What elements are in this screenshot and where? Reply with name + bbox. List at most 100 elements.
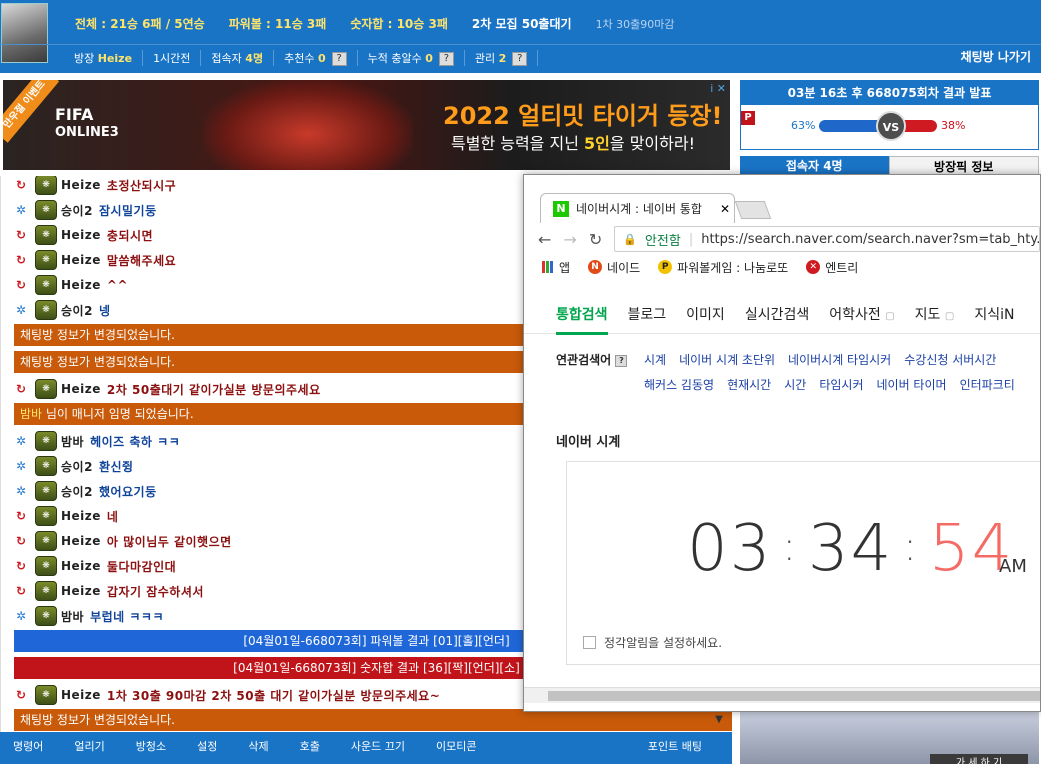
result-panel: 03분 16초 후 668075회차 결과 발표 P 63% VS 38% (740, 80, 1039, 150)
nav-kin[interactable]: 지식iN (974, 304, 1014, 324)
chat-nick[interactable]: Heize (61, 534, 101, 548)
forward-icon[interactable]: → (563, 230, 576, 249)
nav-dictionary[interactable]: 어학사전 ▢ (829, 304, 894, 324)
nav-map[interactable]: 지도 ▢ (915, 304, 955, 324)
chat-nick[interactable]: Heize (61, 584, 101, 598)
bookmark-apps[interactable]: 앱 (542, 259, 570, 276)
chat-nick[interactable]: Heize (61, 509, 101, 523)
toolbar-item[interactable]: 명령어 (13, 738, 43, 754)
address-bar[interactable]: 🔒 안전함 | https://search.naver.com/search.… (614, 226, 1040, 252)
related-link[interactable]: 시계 (644, 351, 666, 368)
rank-icon: ❋ (35, 200, 57, 220)
toolbar-item[interactable]: 호출 (300, 738, 320, 754)
toolbar-item[interactable]: 삭제 (248, 738, 268, 754)
browser-window: N 네이버시계 : 네이버 통합 ✕ ← → ↻ 🔒 안전함 | https:/… (523, 174, 1041, 712)
system-notice: 채팅방 정보가 변경되었습니다. (14, 709, 732, 731)
tab-close-icon[interactable]: ✕ (720, 202, 730, 216)
chat-nick[interactable]: 승이2 (61, 458, 93, 475)
ad-close-icon[interactable]: i ✕ (698, 82, 726, 96)
manage-help-button[interactable]: ? (512, 52, 528, 66)
red-badge-icon: ↻ (15, 509, 27, 523)
external-icon: ▢ (944, 310, 955, 322)
chat-nick[interactable]: 승이2 (61, 483, 93, 500)
bookmark-entry[interactable]: ✕ 엔트리 (806, 259, 858, 276)
chat-nick[interactable]: Heize (61, 253, 101, 267)
chat-nick[interactable]: 밤바 (61, 608, 84, 625)
chat-nick[interactable]: Heize (61, 688, 101, 702)
chat-message: ✲ ❋ 밤바 부럽네 ㅋㅋㅋ (13, 604, 164, 628)
chat-message: ↻ ❋ Heize 갑자기 잠수하셔서 (13, 579, 204, 603)
red-badge-icon: ↻ (15, 559, 27, 573)
red-badge-icon: ↻ (15, 253, 27, 267)
alarm-checkbox[interactable] (583, 636, 596, 649)
bookmark-naid[interactable]: N 네이드 (588, 259, 640, 276)
cumulative-help-button[interactable]: ? (438, 52, 454, 66)
exit-room-button[interactable]: 채팅방 나가기 (961, 48, 1031, 65)
rank-icon: ❋ (35, 685, 57, 705)
clock-section-title: 네이버 시계 (556, 435, 621, 450)
related-link[interactable]: 시간 (784, 376, 806, 393)
horizontal-scrollbar[interactable] (524, 687, 1040, 703)
new-tab-button[interactable] (734, 201, 772, 219)
nav-blog[interactable]: 블로그 (628, 304, 667, 324)
related-link[interactable]: 네이버 시계 초단위 (679, 351, 775, 368)
nav-image[interactable]: 이미지 (686, 304, 725, 324)
chat-nick[interactable]: Heize (61, 278, 101, 292)
secure-label: 안전함 (644, 233, 681, 249)
join-button[interactable]: 가 세 하 기 (930, 754, 1028, 769)
chat-nick[interactable]: Heize (61, 228, 101, 242)
bookmarks-bar: 앱 N 네이드 P 파워볼게임 : 나눔로또 ✕ 엔트리 (524, 256, 1040, 278)
browser-tab[interactable]: N 네이버시계 : 네이버 통합 ✕ (540, 193, 735, 223)
chat-nick[interactable]: 승이2 (61, 302, 93, 319)
point-bet-button[interactable]: 포인트 배팅 (648, 738, 702, 754)
tab-host-picks[interactable]: 방장픽 정보 (888, 156, 1039, 176)
chat-text: 초정산되시구 (106, 178, 177, 193)
reload-icon[interactable]: ↻ (589, 230, 602, 249)
naver-favicon-icon: N (553, 200, 569, 217)
bookmark-powerball[interactable]: P 파워볼게임 : 나눔로또 (658, 259, 788, 276)
chat-scroll-down-icon[interactable]: ▼ (706, 714, 732, 730)
related-help-icon[interactable]: ? (615, 354, 628, 367)
chat-message: ↻ ❋ Heize 아 많이님두 같이햇으면 (13, 529, 232, 553)
related-link[interactable]: 수강신청 서버시간 (904, 351, 996, 368)
chat-message: ✲ ❋ 승이2 잠시밀기둥 (13, 198, 157, 222)
related-link[interactable]: 네이버시계 타임시커 (788, 351, 891, 368)
toolbar-item[interactable]: 설정 (197, 738, 217, 754)
chat-nick[interactable]: Heize (61, 559, 101, 573)
scroll-thumb[interactable] (548, 691, 1040, 701)
alarm-option[interactable]: 정각알림을 설정하세요. (583, 634, 722, 651)
stats-row: 전체 : 21승 6패 / 5연승 파워볼 : 11승 3패 숫자합 : 10승… (75, 15, 675, 32)
nav-realtime[interactable]: 실시간검색 (745, 304, 809, 324)
clock-time: 03:34:54 (687, 512, 1015, 586)
stat-deadline: 1차 30출90마감 (595, 17, 675, 31)
chat-nick[interactable]: 승이2 (61, 202, 93, 219)
rank-icon: ❋ (35, 581, 57, 601)
chat-nick[interactable]: 밤바 (61, 433, 84, 450)
chat-nick[interactable]: Heize (61, 178, 101, 192)
toolbar-item[interactable]: 얼리기 (74, 738, 104, 754)
toolbar-item[interactable]: 사운드 끄기 (351, 738, 405, 754)
tab-users[interactable]: 접속자 4명 (740, 156, 889, 176)
rank-icon: ❋ (35, 275, 57, 295)
ad-banner[interactable]: 만우절 이벤트 FIFA ONLINE3 2022 얼티밋 타이거 등장! 특별한… (3, 80, 730, 170)
chat-message: ↻ ❋ Heize ^^ (13, 273, 128, 297)
chat-message: ↻ ❋ Heize 네 (13, 504, 118, 528)
host-info: 방장 Heize (64, 50, 144, 66)
back-icon[interactable]: ← (538, 230, 551, 249)
ad-illustration (203, 80, 413, 170)
related-link[interactable]: 네이버 타이머 (877, 376, 947, 393)
red-badge-icon: ↻ (15, 228, 27, 242)
toolbar-item[interactable]: 이모티콘 (436, 738, 476, 754)
stat-number: 숫자합 : 10승 3패 (350, 17, 448, 31)
toolbar-item[interactable]: 방청소 (136, 738, 166, 754)
related-link[interactable]: 해커스 김동영 (644, 376, 714, 393)
naid-icon: N (588, 260, 603, 274)
recommend-help-button[interactable]: ? (331, 52, 347, 66)
nav-integrated[interactable]: 통합검색 (556, 304, 608, 335)
stat-powerball: 파워볼 : 11승 3패 (228, 17, 327, 31)
related-link[interactable]: 현재시간 (727, 376, 771, 393)
chat-nick[interactable]: Heize (61, 382, 101, 396)
related-link[interactable]: 타임시커 (819, 376, 863, 393)
chat-text: 했어요기둥 (98, 484, 157, 499)
related-link[interactable]: 인터파크티 (960, 376, 1015, 393)
